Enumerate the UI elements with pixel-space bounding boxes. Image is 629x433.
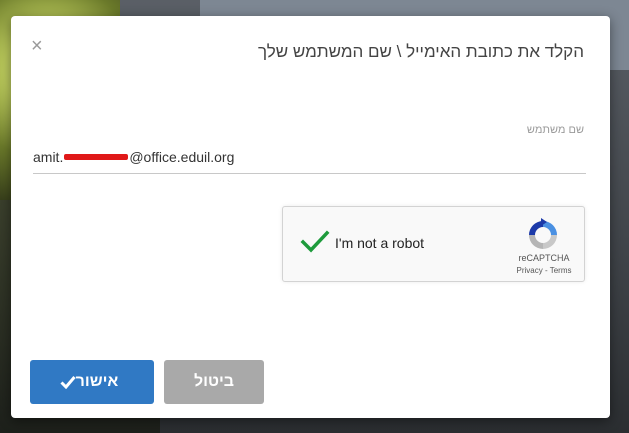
close-icon[interactable]: × (31, 36, 43, 56)
username-label: שם משתמש (526, 124, 584, 136)
recaptcha-privacy-terms-link[interactable]: Privacy - Terms (509, 266, 579, 275)
cancel-button[interactable]: ביטול (164, 360, 264, 404)
confirm-button[interactable]: אישור (30, 360, 154, 404)
recaptcha-widget: I'm not a robot reCAPTCHA Privacy - Term… (282, 206, 585, 282)
recaptcha-brand: reCAPTCHA (518, 253, 570, 263)
recaptcha-label: I'm not a robot (335, 235, 425, 251)
dialog-title: הקלד את כתובת האימייל \ שם המשתמש שלך (258, 42, 584, 61)
recaptcha-logo-icon (529, 218, 557, 249)
redaction-mark (64, 154, 129, 161)
check-icon (60, 376, 76, 389)
username-value-prefix: amit. (33, 149, 64, 165)
username-field[interactable]: amit. @office.eduil.org (33, 145, 586, 174)
confirm-label: אישור (75, 373, 119, 390)
username-value-suffix: @office.eduil.org (129, 149, 235, 165)
checkmark-icon[interactable] (300, 227, 330, 257)
login-dialog: × הקלד את כתובת האימייל \ שם המשתמש שלך … (11, 16, 610, 418)
